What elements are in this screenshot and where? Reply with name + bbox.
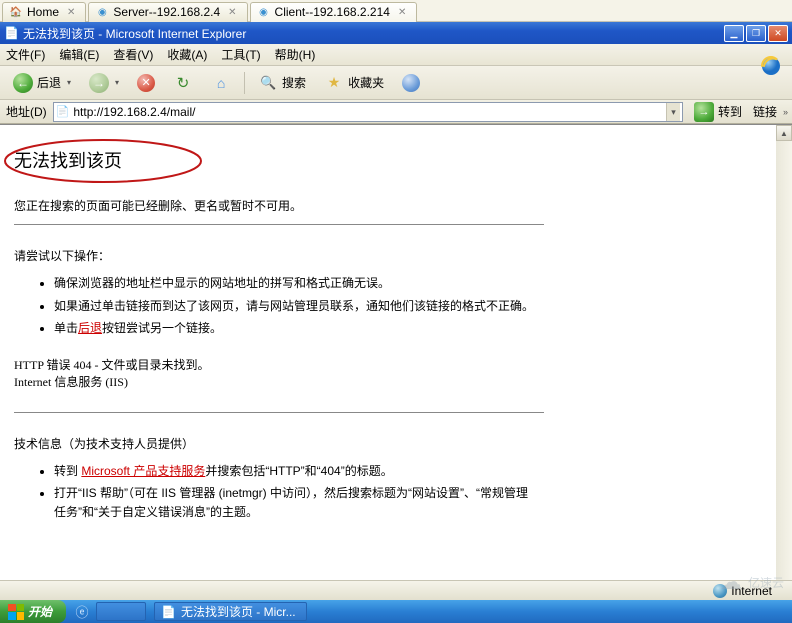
stop-icon: ✕ xyxy=(137,74,155,92)
minimize-button[interactable]: ▁ xyxy=(724,25,744,42)
back-icon: ← xyxy=(13,73,33,93)
url-box[interactable]: 📄 ▾ xyxy=(53,102,683,122)
text: 单击 xyxy=(54,321,78,335)
list-item: 转到 Microsoft 产品支持服务并搜索包括“HTTP”和“404”的标题。 xyxy=(54,462,534,481)
stop-button[interactable]: ✕ xyxy=(130,71,162,95)
page-icon: 📄 xyxy=(56,105,70,118)
links-button[interactable]: 链接 xyxy=(753,103,777,120)
menu-help[interactable]: 帮助(H) xyxy=(275,46,316,63)
security-zone[interactable]: Internet xyxy=(713,584,772,598)
search-icon: 🔍 xyxy=(258,73,278,93)
close-icon[interactable]: ✕ xyxy=(398,7,406,18)
go-button[interactable]: → 转到 xyxy=(687,100,749,124)
media-icon xyxy=(402,74,420,92)
search-button[interactable]: 🔍 搜索 xyxy=(251,71,313,95)
divider xyxy=(14,224,544,225)
chevron-right-icon[interactable]: » xyxy=(783,107,788,117)
forward-button[interactable]: → ▾ xyxy=(82,71,126,95)
close-button[interactable]: ✕ xyxy=(768,25,788,42)
search-label: 搜索 xyxy=(282,74,306,91)
url-dropdown[interactable]: ▾ xyxy=(666,103,680,121)
favorites-label: 收藏夹 xyxy=(348,74,384,91)
window-tab-server[interactable]: ◉ Server--192.168.2.4 ✕ xyxy=(88,2,247,22)
go-icon: → xyxy=(694,102,714,122)
start-button[interactable]: 开始 xyxy=(0,600,66,623)
forward-icon: → xyxy=(89,73,109,93)
close-icon[interactable]: ✕ xyxy=(228,7,236,18)
suggestion-list: 确保浏览器的地址栏中显示的网站地址的拼写和格式正确无误。 如果通过单击链接而到达… xyxy=(54,274,792,338)
close-icon[interactable]: ✕ xyxy=(67,7,75,18)
window-tab-client[interactable]: ◉ Client--192.168.2.214 ✕ xyxy=(250,2,418,22)
menu-edit[interactable]: 编辑(E) xyxy=(59,46,99,63)
page-icon: 📄 xyxy=(161,605,176,619)
scroll-track[interactable] xyxy=(776,141,792,582)
separator xyxy=(244,72,245,94)
refresh-icon: ↻ xyxy=(173,73,193,93)
taskbar-item[interactable]: 📄 无法找到该页 - Micr... xyxy=(154,602,307,621)
window-tab-label: Server--192.168.2.4 xyxy=(113,5,220,19)
refresh-button[interactable]: ↻ xyxy=(166,71,200,95)
menu-view[interactable]: 查看(V) xyxy=(113,46,153,63)
back-link[interactable]: 后退 xyxy=(78,321,102,335)
chevron-down-icon[interactable]: ▾ xyxy=(115,78,119,87)
node-icon: ◉ xyxy=(257,5,271,19)
toolbar: ← 后退 ▾ → ▾ ✕ ↻ ⌂ 🔍 搜索 ★ 收藏夹 xyxy=(0,66,792,100)
divider xyxy=(14,412,544,413)
menubar: 文件(F) 编辑(E) 查看(V) 收藏(A) 工具(T) 帮助(H) xyxy=(0,44,792,66)
address-bar: 地址(D) 📄 ▾ → 转到 链接 » xyxy=(0,100,792,124)
globe-icon xyxy=(713,584,727,598)
menu-favorites[interactable]: 收藏(A) xyxy=(167,46,207,63)
error-subtext: 您正在搜索的页面可能已经删除、更名或暂时不可用。 xyxy=(14,197,792,214)
ie-icon: 📄 xyxy=(4,26,19,40)
home-icon: ⌂ xyxy=(211,73,231,93)
media-button[interactable] xyxy=(395,71,427,95)
list-item: 如果通过单击链接而到达了该网页，请与网站管理员联系，通知他们该链接的格式不正确。 xyxy=(54,297,534,316)
ie-icon: ⓔ xyxy=(76,602,89,621)
back-button[interactable]: ← 后退 ▾ xyxy=(6,71,78,95)
window-tab-home[interactable]: 🏠 Home ✕ xyxy=(2,2,86,22)
titlebar: 📄 无法找到该页 - Microsoft Internet Explorer ▁… xyxy=(0,22,792,44)
quick-launch-item[interactable]: ⓔ xyxy=(72,602,92,621)
start-label: 开始 xyxy=(28,603,52,620)
url-input[interactable] xyxy=(73,103,662,120)
technical-list: 转到 Microsoft 产品支持服务并搜索包括“HTTP”和“404”的标题。… xyxy=(54,462,792,522)
menu-tools[interactable]: 工具(T) xyxy=(221,46,260,63)
window-tab-label: Client--192.168.2.214 xyxy=(275,5,390,19)
ms-support-link[interactable]: Microsoft 产品支持服务 xyxy=(81,464,205,478)
back-label: 后退 xyxy=(37,74,61,91)
viewport: 无法找到该页 您正在搜索的页面可能已经删除、更名或暂时不可用。 请尝试以下操作：… xyxy=(0,124,792,598)
http-error-line: HTTP 错误 404 - 文件或目录未找到。 xyxy=(14,356,792,373)
scrollbar[interactable]: ▲ ▼ xyxy=(776,125,792,598)
node-icon: ◉ xyxy=(95,5,109,19)
address-label: 地址(D) xyxy=(6,103,47,120)
taskbar: 开始 ⓔ 📄 无法找到该页 - Micr... xyxy=(0,600,792,623)
iis-line: Internet 信息服务 (IIS) xyxy=(14,373,792,390)
go-label: 转到 xyxy=(718,103,742,120)
chevron-down-icon[interactable]: ▾ xyxy=(67,78,71,87)
text: 并搜索包括“HTTP”和“404”的标题。 xyxy=(205,464,392,478)
taskbar-item-label: 无法找到该页 - Micr... xyxy=(181,603,296,620)
maximize-button[interactable]: ❐ xyxy=(746,25,766,42)
home-icon: 🏠 xyxy=(9,5,23,19)
text: 转到 xyxy=(54,464,81,478)
window-tab-label: Home xyxy=(27,5,59,19)
list-item: 确保浏览器的地址栏中显示的网站地址的拼写和格式正确无误。 xyxy=(54,274,534,293)
menu-file[interactable]: 文件(F) xyxy=(6,46,45,63)
try-header: 请尝试以下操作： xyxy=(14,247,792,264)
list-item: 单击后退按钮尝试另一个链接。 xyxy=(54,319,534,338)
zone-label: Internet xyxy=(731,584,772,598)
windows-logo-icon xyxy=(8,604,24,620)
star-icon: ★ xyxy=(324,73,344,93)
text: 按钮尝试另一个链接。 xyxy=(102,321,222,335)
window-title: 无法找到该页 - Microsoft Internet Explorer xyxy=(23,25,246,42)
scroll-up-button[interactable]: ▲ xyxy=(776,125,792,141)
status-bar: Internet xyxy=(0,580,792,600)
technical-header: 技术信息（为技术支持人员提供） xyxy=(14,435,792,452)
list-item: 打开“IIS 帮助”（可在 IIS 管理器 (inetmgr) 中访问），然后搜… xyxy=(54,484,534,521)
favorites-button[interactable]: ★ 收藏夹 xyxy=(317,71,391,95)
home-button[interactable]: ⌂ xyxy=(204,71,238,95)
ie-throbber-icon xyxy=(756,46,786,86)
error-heading: 无法找到该页 xyxy=(14,147,792,173)
taskbar-item[interactable] xyxy=(96,602,146,621)
